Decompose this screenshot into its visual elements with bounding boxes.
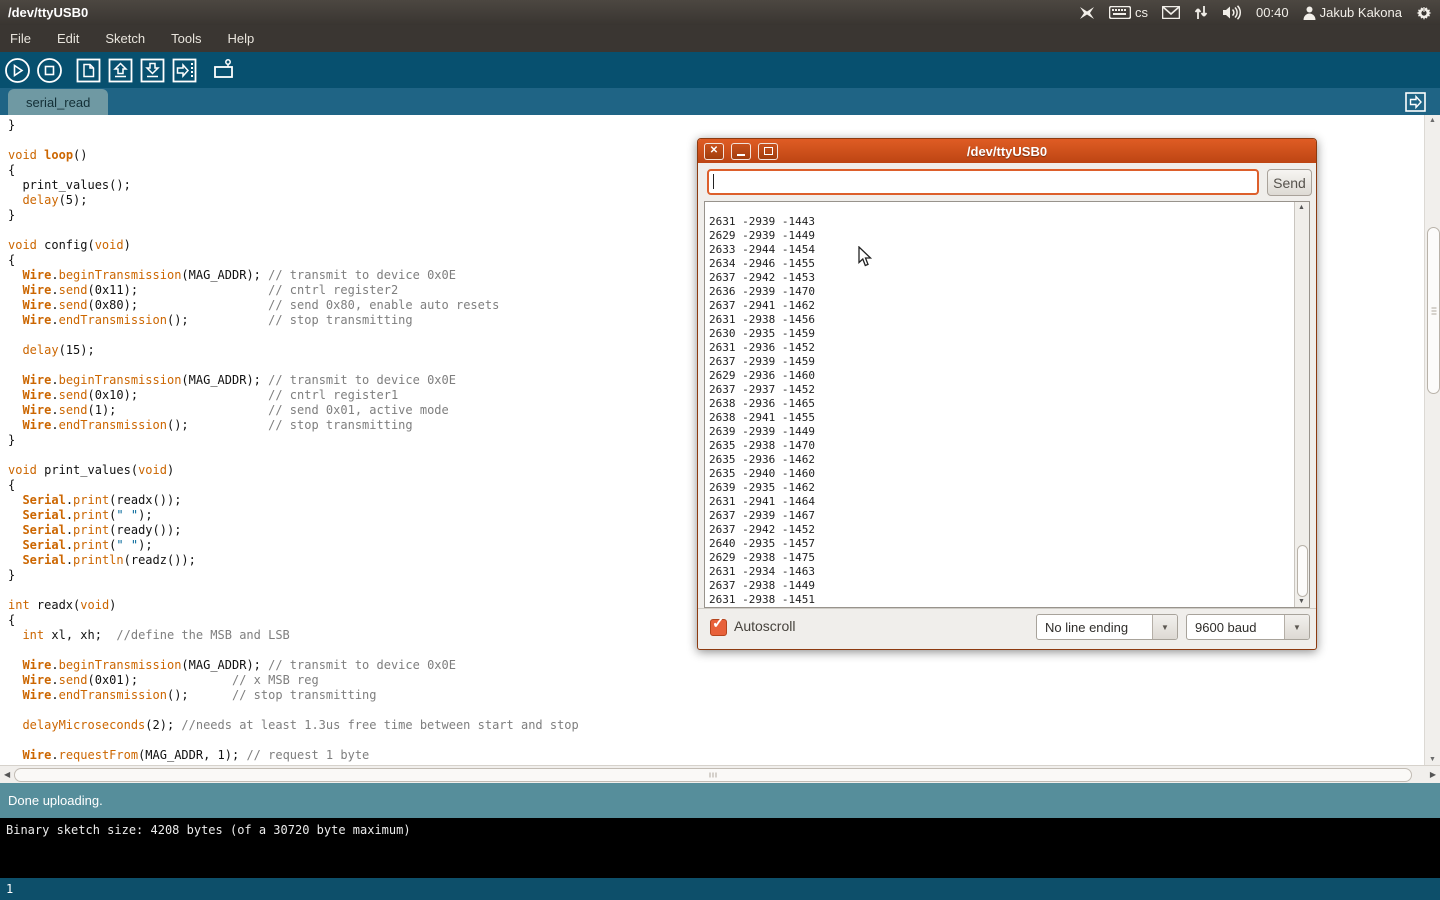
dropdown-button[interactable]: ▼ [1284, 615, 1309, 639]
line-ending-value: No line ending [1037, 620, 1152, 635]
scroll-down-arrow[interactable]: ▼ [1429, 756, 1436, 763]
code-line: Wire.send(0x01); // x MSB reg [8, 673, 1424, 688]
system-tray: cs 00:40 Jakub Kakona [1079, 5, 1440, 21]
stop-button[interactable] [35, 56, 64, 85]
close-icon: ✕ [710, 146, 718, 156]
mouse-cursor [858, 246, 873, 272]
serial-window-titlebar[interactable]: ✕ /dev/ttyUSB0 [698, 139, 1316, 163]
desktop: /dev/ttyUSB0 cs 00:40 Jakub Kakona [0, 0, 1440, 900]
chevron-down-icon: ▼ [1161, 623, 1169, 632]
desktop-top-panel: /dev/ttyUSB0 cs 00:40 Jakub Kakona [0, 0, 1440, 25]
send-button-label: Send [1273, 175, 1306, 191]
code-line: delayMicroseconds(2); //needs at least 1… [8, 718, 1424, 733]
menu-sketch[interactable]: Sketch [105, 31, 145, 46]
serial-bottom-bar: ✓ Autoscroll No line ending ▼ 9600 baud … [698, 608, 1316, 651]
username-label: Jakub Kakona [1320, 5, 1402, 20]
window-close-button[interactable]: ✕ [704, 143, 724, 160]
upload-button[interactable] [170, 56, 199, 85]
serial-output: 2631 -2939 -1443 2629 -2939 -1449 2633 -… [709, 215, 815, 607]
editor-vertical-scrollbar[interactable]: ▲ ▼ [1424, 115, 1440, 765]
volume-icon[interactable] [1222, 5, 1242, 20]
code-line: Wire.requestFrom(MAG_ADDR, 1); // reques… [8, 748, 1424, 763]
code-line [8, 733, 1424, 748]
serial-monitor-window: ✕ /dev/ttyUSB0 Send 2631 -2939 -1443 262… [697, 138, 1317, 650]
user-menu[interactable]: Jakub Kakona [1303, 5, 1402, 20]
scroll-left-arrow[interactable]: ◀ [4, 770, 10, 779]
session-gear-icon[interactable] [1416, 5, 1432, 21]
serial-output-area[interactable]: 2631 -2939 -1443 2629 -2939 -1449 2633 -… [704, 201, 1310, 608]
serial-scroll-thumb[interactable] [1297, 545, 1308, 597]
tab-menu-button[interactable] [1405, 92, 1426, 117]
baud-rate-select[interactable]: 9600 baud ▼ [1186, 614, 1310, 640]
serial-send-row: Send [698, 163, 1316, 201]
minimize-icon [737, 154, 745, 156]
checkmark-icon: ✓ [712, 614, 725, 632]
maximize-icon [764, 147, 773, 155]
mail-icon[interactable] [1162, 6, 1180, 19]
line-number: 1 [6, 882, 13, 896]
keyboard-layout-label: cs [1135, 5, 1148, 20]
tab-label: serial_read [26, 95, 90, 110]
serial-window-title: /dev/ttyUSB0 [698, 144, 1316, 159]
scroll-right-arrow[interactable]: ▶ [1430, 770, 1436, 779]
autoscroll-label: Autoscroll [734, 618, 795, 634]
new-sketch-button[interactable] [74, 56, 103, 85]
keyboard-layout-indicator[interactable]: cs [1109, 5, 1148, 20]
serial-scroll-down-arrow[interactable]: ▼ [1298, 598, 1305, 605]
chevron-down-icon: ▼ [1293, 623, 1301, 632]
console-text: Binary sketch size: 4208 bytes (of a 307… [6, 823, 411, 837]
clock[interactable]: 00:40 [1256, 5, 1289, 20]
code-line: Wire.beginTransmission(MAG_ADDR); // tra… [8, 658, 1424, 673]
editor-hscroll-thumb[interactable] [14, 768, 1412, 782]
serial-scrollbar[interactable]: ▲ ▼ [1294, 202, 1309, 607]
text-caret [713, 174, 714, 189]
dropdown-button[interactable]: ▼ [1152, 615, 1177, 639]
editor-horizontal-scrollbar[interactable]: ◀ ▶ [0, 765, 1440, 783]
serial-input-field[interactable] [707, 169, 1259, 195]
scroll-up-arrow[interactable]: ▲ [1429, 117, 1436, 124]
open-sketch-button[interactable] [106, 56, 135, 85]
code-line: } [8, 118, 1424, 133]
menu-bar: File Edit Sketch Tools Help [0, 25, 1440, 52]
build-console: Binary sketch size: 4208 bytes (of a 307… [0, 818, 1440, 878]
verify-button[interactable] [3, 56, 32, 85]
toolbar [0, 52, 1440, 88]
menu-help[interactable]: Help [227, 31, 254, 46]
save-sketch-button[interactable] [138, 56, 167, 85]
serial-scroll-up-arrow[interactable]: ▲ [1298, 204, 1305, 211]
tab-serial-read[interactable]: serial_read [8, 89, 108, 115]
tab-strip: serial_read [0, 88, 1440, 115]
editor-vscroll-thumb[interactable] [1427, 227, 1440, 394]
autoscroll-checkbox[interactable]: ✓ [710, 619, 727, 636]
code-line [8, 703, 1424, 718]
line-ending-select[interactable]: No line ending ▼ [1036, 614, 1178, 640]
active-window-title: /dev/ttyUSB0 [0, 5, 88, 20]
code-line: Wire.endTransmission(); // stop transmit… [8, 688, 1424, 703]
menu-edit[interactable]: Edit [57, 31, 79, 46]
menu-tools[interactable]: Tools [171, 31, 201, 46]
menu-file[interactable]: File [10, 31, 31, 46]
line-number-bar: 1 [0, 878, 1440, 900]
window-maximize-button[interactable] [758, 143, 778, 160]
status-message: Done uploading. [8, 793, 103, 808]
status-bar: Done uploading. [0, 783, 1440, 818]
send-button[interactable]: Send [1267, 169, 1312, 196]
serial-monitor-button[interactable] [209, 56, 238, 85]
network-sync-icon[interactable] [1194, 5, 1208, 20]
baud-rate-value: 9600 baud [1187, 620, 1284, 635]
window-minimize-button[interactable] [731, 143, 751, 160]
dropbox-icon[interactable] [1079, 5, 1095, 21]
